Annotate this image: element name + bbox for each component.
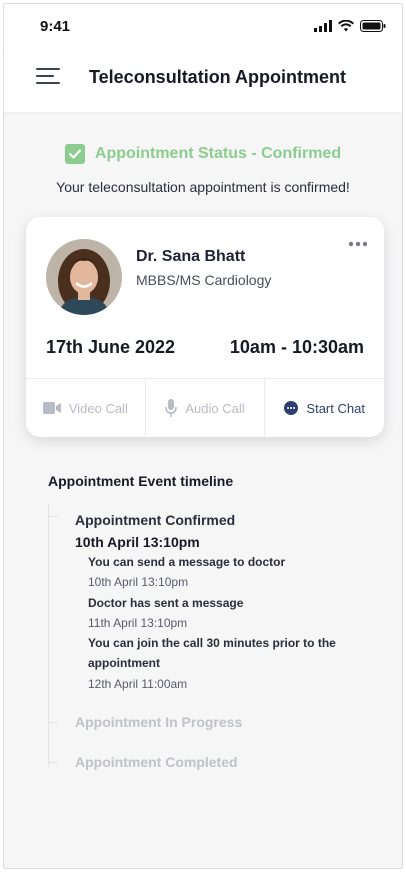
timeline-message-time: 12th April 11:00am: [88, 677, 188, 691]
chat-bubble-icon: [284, 401, 299, 415]
timeline-message: You can join the call 30 minutes prior t…: [88, 636, 336, 670]
timeline-message-time: 11th April 13:10pm: [88, 616, 188, 630]
appointment-status: Appointment Status - Confirmed: [4, 144, 402, 164]
doctor-specialization: MBBS/MS Cardiology: [136, 272, 272, 288]
timeline-message: Doctor has sent a message: [88, 596, 244, 610]
timeline-event-completed: Appointment Completed: [75, 754, 238, 770]
video-call-button[interactable]: Video Call: [26, 379, 145, 437]
appointment-time-slot: 10am - 10:30am: [229, 337, 364, 357]
more-options-icon[interactable]: [348, 241, 368, 247]
wifi-icon: [338, 20, 354, 32]
status-icons: [314, 20, 386, 32]
page-title: Teleconsultation Appointment: [89, 67, 346, 87]
status-label: Appointment Status - Confirmed: [94, 145, 342, 162]
audio-call-label: Audio Call: [185, 400, 245, 416]
appointment-card: Dr. Sana Bhatt MBBS/MS Cardiology 17th J…: [26, 217, 384, 437]
timeline-tick: [48, 516, 58, 517]
doctor-name: Dr. Sana Bhatt: [136, 248, 246, 265]
video-camera-icon: [42, 402, 61, 414]
menu-icon[interactable]: [36, 66, 60, 86]
check-icon: [64, 144, 85, 164]
timeline-message-time: 10th April 13:10pm: [88, 575, 189, 589]
status-time: 9:41: [40, 18, 71, 35]
audio-call-button[interactable]: Audio Call: [144, 379, 265, 437]
timeline-tick: [48, 762, 58, 763]
appointment-date: 17th June 2022: [46, 337, 176, 357]
call-actions: Video Call Audio Call Start Chat: [26, 378, 384, 437]
timeline-event-in-progress: Appointment In Progress: [75, 714, 243, 730]
confirmation-message: Your teleconsultation appointment is con…: [56, 179, 350, 195]
start-chat-label: Start Chat: [306, 400, 365, 416]
battery-icon: [360, 20, 386, 32]
signal-icon: [314, 20, 332, 32]
status-bar: 9:41: [4, 4, 402, 50]
start-chat-button[interactable]: Start Chat: [264, 379, 384, 437]
microphone-icon: [165, 399, 178, 417]
timeline-tick: [48, 722, 58, 723]
timeline-event-confirmed: Appointment Confirmed: [75, 512, 236, 528]
timeline-event-timestamp: 10th April 13:10pm: [75, 534, 200, 550]
video-call-label: Video Call: [68, 400, 128, 416]
app-header: Teleconsultation Appointment: [4, 50, 402, 112]
doctor-avatar: [46, 239, 122, 315]
timeline-heading: Appointment Event timeline: [48, 473, 234, 489]
timeline-line: [48, 504, 49, 766]
phone-screen: 9:41 Teleconsultation Appointment Appoin…: [3, 3, 403, 869]
timeline-message: You can send a message to doctor: [88, 555, 286, 569]
